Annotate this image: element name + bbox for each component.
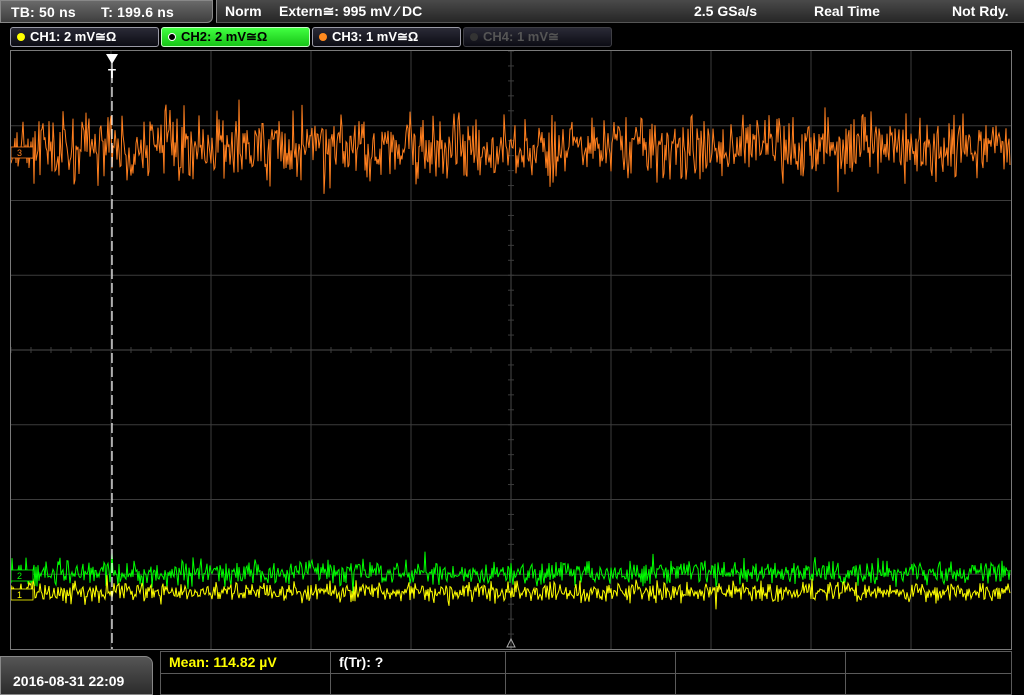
channel-1-button[interactable]: CH1: 2 mV≅Ω: [10, 27, 159, 47]
meas-cell-6[interactable]: [161, 673, 331, 695]
top-bar: TB: 50 ns T: 199.6 ns Norm Extern≅: 995 …: [0, 0, 1024, 25]
waveform-display[interactable]: T 3 2 1: [10, 50, 1012, 650]
channel-3-button[interactable]: CH3: 1 mV≅Ω: [312, 27, 461, 47]
mean-measurement: Mean: 114.82 µV: [169, 654, 277, 670]
date-time-panel[interactable]: 2016-08-31 22:09: [0, 656, 153, 695]
channel-4-label: CH4: 1 mV≅: [483, 29, 559, 44]
channel-4-button[interactable]: CH4: 1 mV≅: [463, 27, 612, 47]
ch1-offset-label: 1: [17, 590, 22, 600]
acquisition-mode: Real Time: [814, 3, 880, 19]
sample-rate: 2.5 GSa/s: [694, 3, 758, 19]
acquisition-state: Not Rdy.: [952, 3, 1009, 19]
meas-cell-10[interactable]: [846, 673, 1011, 695]
trigger-position-arrow-icon: [106, 54, 118, 64]
date-time-text: 2016-08-31 22:09: [13, 673, 125, 689]
meas-cell-8[interactable]: [506, 673, 676, 695]
channel-2-button[interactable]: CH2: 2 mV≅Ω: [161, 27, 310, 47]
channel-3-label: CH3: 1 mV≅Ω: [332, 29, 419, 44]
meas-cell-mean[interactable]: Mean: 114.82 µV: [161, 652, 331, 673]
meas-cell-7[interactable]: [331, 673, 506, 695]
meas-cell-freq[interactable]: f(Tr): ?: [331, 652, 506, 673]
ch3-offset-label: 3: [17, 148, 22, 158]
trigger-mode: Norm: [225, 3, 262, 19]
channel-2-color-icon: [168, 33, 176, 41]
trigger-marker-label: T: [108, 66, 116, 81]
meas-cell-5[interactable]: [846, 652, 1011, 673]
channel-bar: CH1: 2 mV≅Ω CH2: 2 mV≅Ω CH3: 1 mV≅Ω CH4:…: [0, 25, 1024, 49]
timebase-value: TB: 50 ns: [11, 4, 76, 20]
ch3-offset-marker[interactable]: 3: [10, 146, 34, 159]
channel-3-color-icon: [319, 33, 327, 41]
trigger-source: Extern≅: 995 mV ⁄ DC: [279, 3, 423, 19]
trigger-time-value: T: 199.6 ns: [101, 4, 175, 20]
channel-1-color-icon: [17, 33, 25, 41]
ch2-offset-label: 2: [17, 571, 22, 581]
channel-2-label: CH2: 2 mV≅Ω: [181, 29, 268, 44]
meas-cell-3[interactable]: [506, 652, 676, 673]
bottom-bar: 2016-08-31 22:09 Mean: 114.82 µV f(Tr): …: [0, 651, 1024, 695]
frequency-measurement: f(Tr): ?: [339, 654, 384, 670]
ch2-offset-marker[interactable]: 2: [10, 569, 34, 582]
channel-1-label: CH1: 2 mV≅Ω: [30, 29, 117, 44]
channel-4-color-icon: [470, 33, 478, 41]
timebase-panel[interactable]: TB: 50 ns T: 199.6 ns: [0, 0, 213, 23]
waveform-canvas: T 3 2 1: [10, 50, 1011, 649]
meas-cell-9[interactable]: [676, 673, 846, 695]
trigger-status-bar[interactable]: Norm Extern≅: 995 mV ⁄ DC 2.5 GSa/s Real…: [216, 0, 1024, 23]
ch1-offset-marker[interactable]: 1: [10, 588, 34, 601]
measurement-panel[interactable]: Mean: 114.82 µV f(Tr): ?: [160, 651, 1012, 695]
meas-cell-4[interactable]: [676, 652, 846, 673]
